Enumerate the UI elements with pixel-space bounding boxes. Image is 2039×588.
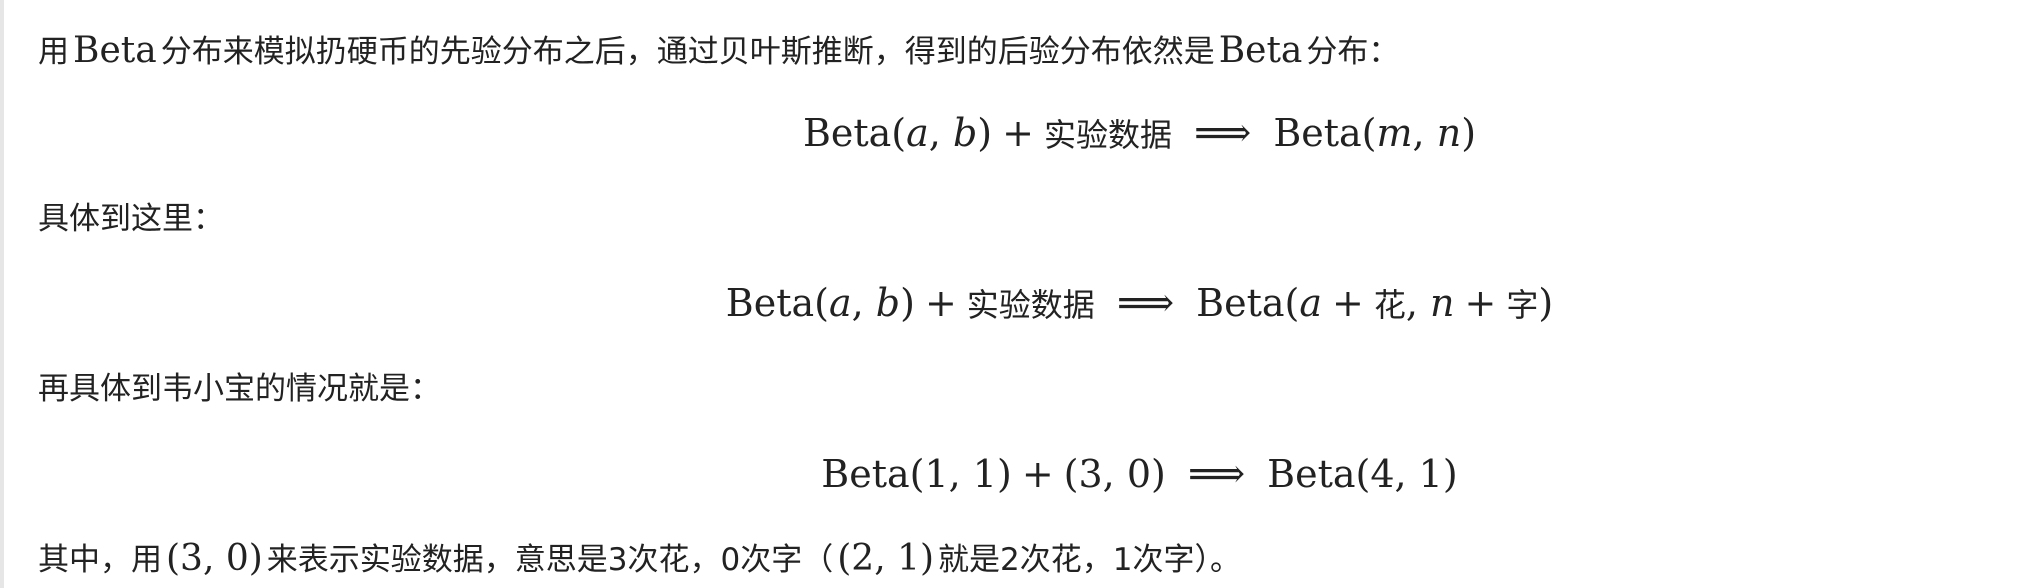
eq1-implies-arrow: ⟹: [1193, 110, 1252, 156]
eq2-lhs-close: ): [900, 281, 915, 325]
eq2-rhs-plus-1: +: [1331, 281, 1364, 325]
eq1-lhs-a: a: [906, 111, 929, 155]
eq2-data-label: 实验数据: [966, 286, 1095, 324]
eq1-rhs-beta: Beta(: [1273, 111, 1377, 155]
explanation-paragraph: 其中，用 (3, 0) 来表示实验数据，意思是3次花，0次字（ (2, 1) 就是2次花…: [38, 537, 1241, 582]
eq1-rhs-close: ): [1461, 111, 1477, 155]
inline-math-3-0: (3, 0): [166, 538, 263, 579]
equation-general: Beta(a, b) + 实验数据 ⟹ Beta(m, n): [120, 108, 2039, 160]
intro-middle: 分布来模拟扔硬币的先验分布之后，通过贝叶斯推断，得到的后验分布依然是: [160, 34, 1215, 70]
eq2-rhs-comma: ,: [1405, 281, 1431, 325]
eq3-plus: +: [1021, 452, 1054, 496]
intro-suffix: 分布：: [1306, 34, 1400, 70]
eq2-implies-arrow: ⟹: [1116, 280, 1175, 326]
eq1-rhs-comma: ,: [1412, 111, 1437, 155]
eq2-rhs-a: a: [1299, 281, 1322, 325]
eq2-rhs-close: ): [1538, 281, 1554, 325]
eq1-data-label: 实验数据: [1043, 116, 1172, 154]
eq3-lhs: Beta(1, 1): [821, 452, 1012, 496]
equation-numeric: Beta(1, 1) + (3, 0) ⟹ Beta(4, 1): [120, 449, 2039, 499]
equation-specific: Beta(a, b) + 实验数据 ⟹ Beta(a + 花, n + 字): [120, 278, 2039, 330]
inline-math-2-1: (2, 1): [837, 538, 935, 579]
eq2-lhs-a: a: [828, 281, 852, 325]
explanation-suffix: 就是2次花，1次字）。: [938, 542, 1241, 578]
eq2-lhs-comma: ,: [851, 281, 876, 325]
eq2-rhs-beta: Beta(: [1196, 281, 1300, 325]
inline-beta-2: Beta: [1218, 30, 1303, 71]
inline-beta-1: Beta: [73, 30, 157, 71]
explanation-prefix: 其中，用: [38, 542, 162, 578]
left-border: [0, 0, 4, 588]
wei-xiaobao-paragraph: 再具体到韦小宝的情况就是：: [38, 371, 441, 407]
specific-paragraph: 具体到这里：: [38, 201, 224, 237]
eq1-lhs-b: b: [952, 111, 978, 155]
eq2-plus: +: [924, 281, 957, 325]
explanation-middle: 来表示实验数据，意思是3次花，0次字（: [266, 542, 834, 578]
eq2-rhs-hua: 花: [1373, 286, 1406, 324]
eq1-rhs-m: m: [1376, 111, 1413, 155]
eq1-lhs-comma: ,: [928, 111, 953, 155]
eq2-rhs-n: n: [1430, 281, 1455, 325]
eq2-lhs-beta: Beta(: [725, 281, 829, 325]
eq2-rhs-plus-2: +: [1464, 281, 1497, 325]
eq1-lhs-close: ): [977, 111, 993, 155]
eq2-lhs-b: b: [875, 281, 901, 325]
intro-paragraph: 用 Beta 分布来模拟扔硬币的先验分布之后，通过贝叶斯推断，得到的后验分布依然是 B…: [38, 29, 1399, 74]
eq3-rhs: Beta(4, 1): [1267, 452, 1458, 496]
eq1-lhs-beta: Beta(: [802, 111, 907, 155]
eq2-rhs-zi: 字: [1506, 286, 1539, 324]
eq1-plus: +: [1002, 111, 1034, 155]
eq3-data: (3, 0): [1063, 452, 1166, 496]
eq1-rhs-n: n: [1436, 111, 1462, 155]
intro-prefix: 用: [38, 34, 69, 70]
eq3-implies-arrow: ⟹: [1187, 451, 1246, 497]
